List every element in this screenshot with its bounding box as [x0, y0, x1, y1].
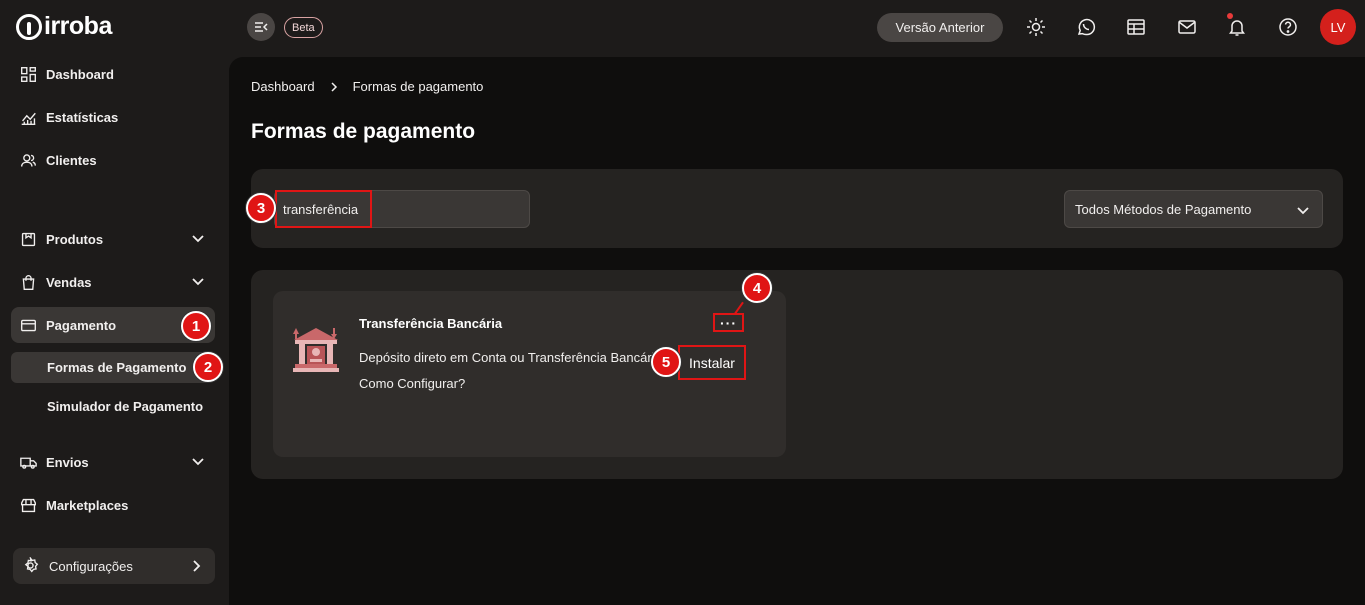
breadcrumb-current: Formas de pagamento [352, 79, 484, 94]
how-to-configure-link[interactable]: Como Configurar? [359, 376, 465, 391]
sidebar-subitem-label: Formas de Pagamento [47, 360, 187, 375]
sidebar-item-vendas[interactable]: Vendas [11, 264, 215, 300]
annotation-badge: 5 [651, 347, 681, 377]
box-icon [19, 230, 37, 248]
chart-icon [19, 108, 37, 126]
sidebar: irroba Dashboard Estatísticas Clientes P… [0, 0, 229, 605]
card-title: Transferência Bancária [359, 316, 503, 331]
sidebar-item-clientes[interactable]: Clientes [11, 142, 215, 178]
bank-icon [293, 328, 339, 372]
payment-method-select-value: Todos Métodos de Pagamento [1075, 201, 1252, 217]
sidebar-item-label: Pagamento [46, 317, 117, 333]
mail-icon [1178, 20, 1196, 34]
annotation-badge: 1 [181, 311, 211, 341]
help-button[interactable] [1276, 15, 1300, 39]
logo-icon [16, 13, 42, 40]
payment-method-select[interactable]: Todos Métodos de Pagamento [1064, 190, 1323, 228]
sidebar-subitem-label: Simulador de Pagamento [47, 399, 204, 414]
bag-icon [19, 273, 37, 291]
card-icon [19, 316, 37, 334]
settings-button[interactable]: Configurações [13, 548, 215, 584]
mail-button[interactable] [1175, 15, 1199, 39]
sidebar-item-label: Produtos [46, 231, 104, 247]
sidebar-item-label: Dashboard [46, 66, 114, 82]
sidebar-subitem-formas-de-pagamento[interactable]: Formas de Pagamento [11, 352, 215, 383]
install-button[interactable]: Instalar [678, 345, 746, 380]
sidebar-item-label: Clientes [46, 152, 97, 168]
settings-label: Configurações [49, 558, 133, 574]
sidebar-item-envios[interactable]: Envios [11, 444, 215, 480]
truck-icon [19, 453, 37, 471]
breadcrumb: Dashboard Formas de pagamento [251, 79, 483, 94]
card-description: Depósito direto em Conta ou Transferênci… [359, 350, 653, 365]
more-options-button[interactable]: ··· [713, 313, 744, 332]
users-icon [19, 151, 37, 169]
dashboard-icon [19, 65, 37, 83]
bell-icon [1229, 20, 1245, 36]
previous-version-button[interactable]: Versão Anterior [877, 13, 1003, 42]
calendar-button[interactable] [1124, 15, 1148, 39]
sun-icon [1027, 18, 1045, 36]
annotation-badge: 4 [742, 273, 772, 303]
sidebar-item-estatisticas[interactable]: Estatísticas [11, 99, 215, 135]
whatsapp-button[interactable] [1074, 15, 1098, 39]
chevron-down-icon [192, 235, 204, 243]
sidebar-item-label: Vendas [46, 274, 92, 290]
chevron-right-icon [193, 560, 201, 572]
chevron-down-icon [192, 278, 204, 286]
collapse-menu-icon [255, 22, 268, 32]
page-title: Formas de pagamento [251, 120, 476, 143]
sidebar-item-label: Envios [46, 454, 89, 470]
chevron-down-icon [192, 458, 204, 466]
sidebar-item-dashboard[interactable]: Dashboard [11, 56, 215, 92]
store-icon [19, 496, 37, 514]
highlight-box [275, 190, 372, 228]
annotation-badge: 3 [246, 193, 276, 223]
menu-toggle-button[interactable] [247, 13, 275, 41]
chevron-right-icon [331, 81, 337, 92]
notification-dot [1227, 13, 1233, 19]
gear-icon [22, 557, 40, 575]
chevron-down-icon [1297, 207, 1309, 215]
sidebar-item-label: Estatísticas [46, 109, 119, 125]
sidebar-item-produtos[interactable]: Produtos [11, 221, 215, 257]
theme-toggle-button[interactable] [1024, 15, 1048, 39]
breadcrumb-root[interactable]: Dashboard [251, 79, 315, 94]
whatsapp-icon [1077, 18, 1096, 36]
brand-name: irroba [44, 12, 112, 40]
brand-logo[interactable]: irroba [16, 12, 112, 41]
user-avatar[interactable]: LV [1320, 9, 1356, 45]
annotation-badge: 2 [193, 352, 223, 382]
sidebar-subitem-simulador-de-pagamento[interactable]: Simulador de Pagamento [11, 391, 215, 422]
beta-badge: Beta [284, 17, 323, 38]
help-icon [1279, 18, 1297, 36]
calendar-icon [1127, 19, 1145, 35]
sidebar-item-marketplaces[interactable]: Marketplaces [11, 487, 215, 523]
sidebar-item-label: Marketplaces [46, 497, 129, 513]
